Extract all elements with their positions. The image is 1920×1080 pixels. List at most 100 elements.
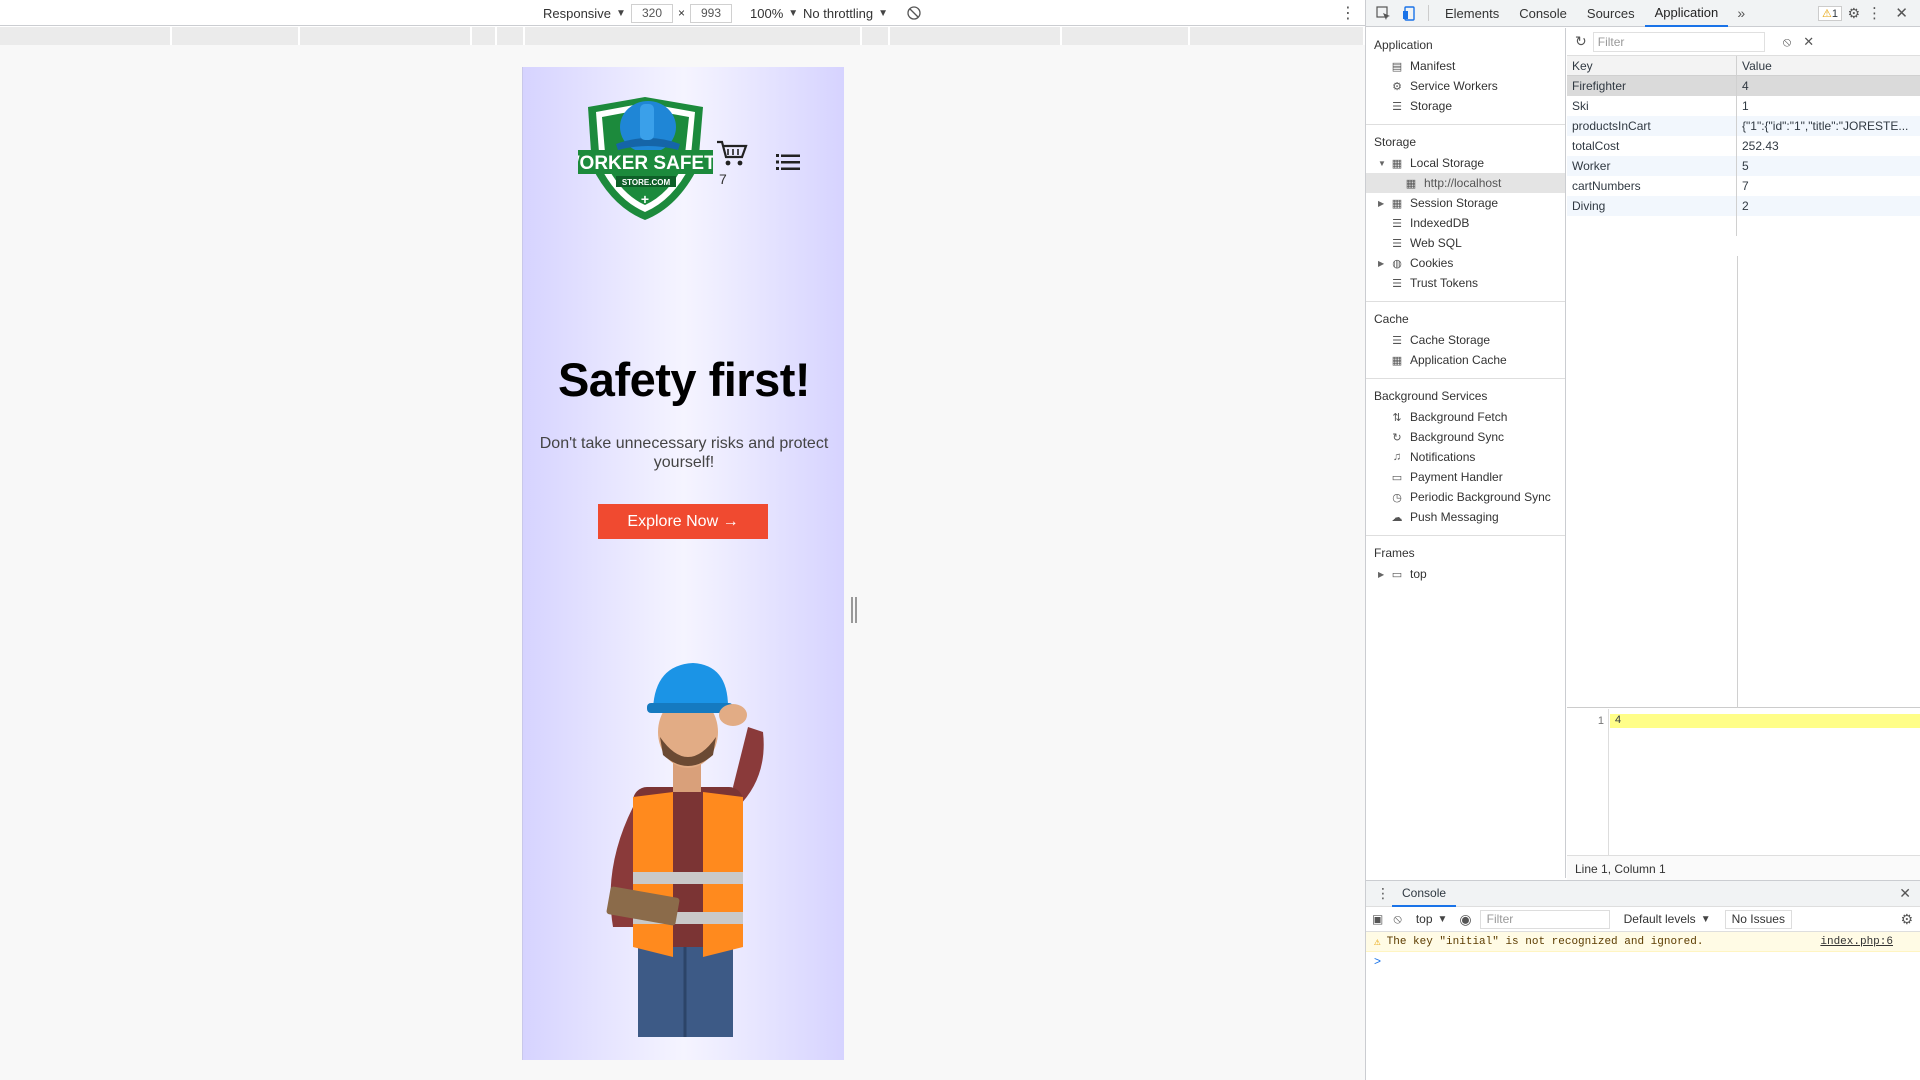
warnings-badge[interactable]: ⚠1: [1814, 5, 1842, 21]
filter-input[interactable]: Filter: [1592, 31, 1765, 52]
tab-console-drawer[interactable]: Console: [1392, 881, 1457, 907]
media-query-segment[interactable]: [862, 27, 890, 45]
sidebar-item-notifications[interactable]: ♫ Notifications: [1366, 447, 1565, 467]
inspect-element-icon[interactable]: [1374, 4, 1392, 22]
media-query-segment[interactable]: [0, 27, 172, 45]
sidebar-item-web-sql[interactable]: ☰ Web SQL: [1366, 233, 1565, 253]
device-toolbar-toggle-icon[interactable]: [1400, 4, 1418, 22]
sidebar-item-indexeddb[interactable]: ☰ IndexedDB: [1366, 213, 1565, 233]
row-key-empty[interactable]: [1567, 216, 1737, 236]
clear-all-icon[interactable]: ⦸: [1783, 34, 1791, 50]
sidebar-item-background-fetch[interactable]: ⇅ Background Fetch: [1366, 407, 1565, 427]
customize-menu-icon[interactable]: ⋮: [1867, 4, 1882, 22]
media-query-segment[interactable]: [172, 27, 300, 45]
collapsed-arrow-icon[interactable]: ▶: [1378, 570, 1388, 579]
table-row[interactable]: Firefighter 4: [1567, 76, 1920, 96]
source-link[interactable]: index.php:6: [1820, 936, 1893, 948]
console-settings-gear-icon[interactable]: ⚙: [1900, 911, 1913, 928]
row-value[interactable]: 4: [1737, 76, 1920, 96]
table-row[interactable]: cartNumbers 7: [1567, 176, 1920, 196]
context-select[interactable]: top ▼: [1410, 910, 1454, 929]
device-select[interactable]: Responsive ▼: [543, 4, 626, 22]
close-icon[interactable]: ✕: [1895, 4, 1908, 22]
media-query-segment[interactable]: [300, 27, 472, 45]
tab-elements[interactable]: Elements: [1435, 0, 1509, 27]
media-query-segment[interactable]: [890, 27, 1062, 45]
row-key[interactable]: Ski: [1567, 96, 1737, 116]
height-input[interactable]: 993: [690, 3, 732, 23]
row-key[interactable]: Diving: [1567, 196, 1737, 216]
refresh-icon[interactable]: ↻: [1575, 33, 1587, 50]
collapsed-arrow-icon[interactable]: ▶: [1378, 259, 1388, 268]
sidebar-item-manifest[interactable]: ▤ Manifest: [1366, 56, 1565, 76]
delete-selected-icon[interactable]: ✕: [1803, 34, 1814, 50]
console-prompt[interactable]: >: [1366, 952, 1920, 970]
row-value[interactable]: 252.43: [1737, 136, 1920, 156]
row-key[interactable]: Worker: [1567, 156, 1737, 176]
table-row[interactable]: Ski 1: [1567, 96, 1920, 116]
row-key[interactable]: cartNumbers: [1567, 176, 1737, 196]
sidebar-item-storage[interactable]: ☰ Storage: [1366, 96, 1565, 116]
table-row[interactable]: totalCost 252.43: [1567, 136, 1920, 156]
console-filter-input[interactable]: Filter: [1479, 909, 1610, 929]
sidebar-item-localhost[interactable]: ▦ http://localhost: [1366, 173, 1565, 193]
log-levels-select[interactable]: Default levels ▼: [1618, 910, 1717, 929]
row-key[interactable]: Firefighter: [1567, 76, 1737, 96]
tab-application[interactable]: Application: [1644, 0, 1729, 27]
rotate-icon[interactable]: [906, 4, 922, 22]
row-value[interactable]: 7: [1737, 176, 1920, 196]
media-query-segment[interactable]: [1062, 27, 1190, 45]
row-value[interactable]: {"1":{"id":"1","title":"JORESTE...: [1737, 116, 1920, 136]
media-query-segment[interactable]: [497, 27, 525, 45]
more-options-icon[interactable]: ⋮: [1340, 4, 1356, 22]
sidebar-item-local-storage[interactable]: ▼ ▦ Local Storage: [1366, 153, 1565, 173]
row-key[interactable]: totalCost: [1567, 136, 1737, 156]
sidebar-item-push-messaging[interactable]: ☁ Push Messaging: [1366, 507, 1565, 527]
sidebar-item-trust-tokens[interactable]: ☰ Trust Tokens: [1366, 273, 1565, 293]
row-key[interactable]: productsInCart: [1567, 116, 1737, 136]
sidebar-item-cookies[interactable]: ▶ ◍ Cookies: [1366, 253, 1565, 273]
sidebar-item-application-cache[interactable]: ▦ Application Cache: [1366, 350, 1565, 370]
drawer-menu-icon[interactable]: ⋮: [1376, 885, 1390, 902]
throttle-select[interactable]: No throttling ▼: [803, 4, 888, 22]
preview-line-content[interactable]: 4: [1610, 714, 1920, 728]
tab-sources[interactable]: Sources: [1577, 0, 1645, 27]
row-value-empty[interactable]: [1737, 216, 1920, 236]
expanded-arrow-icon[interactable]: ▼: [1378, 159, 1388, 168]
sidebar-item-background-sync[interactable]: ↻ Background Sync: [1366, 427, 1565, 447]
sidebar-item-session-storage[interactable]: ▶ ▦ Session Storage: [1366, 193, 1565, 213]
sidebar-item-periodic-background-sync[interactable]: ◷ Periodic Background Sync: [1366, 487, 1565, 507]
table-row[interactable]: productsInCart {"1":{"id":"1","title":"JO…: [1567, 116, 1920, 136]
sidebar-item-cache-storage[interactable]: ☰ Cache Storage: [1366, 330, 1565, 350]
zoom-select[interactable]: 100% ▼: [750, 4, 798, 22]
media-query-segment[interactable]: [472, 27, 497, 45]
clear-console-icon[interactable]: ⦸: [1393, 911, 1401, 927]
close-drawer-icon[interactable]: ✕: [1899, 885, 1911, 902]
tab-console[interactable]: Console: [1509, 0, 1577, 27]
row-value[interactable]: 5: [1737, 156, 1920, 176]
settings-gear-icon[interactable]: ⚙: [1847, 5, 1860, 22]
table-row[interactable]: Worker 5: [1567, 156, 1920, 176]
cart-icon[interactable]: [716, 139, 748, 167]
collapsed-arrow-icon[interactable]: ▶: [1378, 199, 1388, 208]
column-header-value[interactable]: Value: [1737, 56, 1920, 76]
media-query-bar[interactable]: [0, 27, 1365, 45]
issues-button[interactable]: No Issues: [1724, 909, 1792, 929]
row-value[interactable]: 2: [1737, 196, 1920, 216]
width-input[interactable]: 320: [631, 3, 673, 23]
column-header-key[interactable]: Key: [1567, 55, 1737, 76]
sidebar-toggle-icon[interactable]: ▣: [1372, 912, 1383, 926]
row-value[interactable]: 1: [1737, 96, 1920, 116]
sidebar-item-payment-handler[interactable]: ▭ Payment Handler: [1366, 467, 1565, 487]
media-query-segment[interactable]: [1190, 27, 1365, 45]
eye-icon[interactable]: ◉: [1459, 911, 1471, 928]
explore-now-button[interactable]: Explore Now →: [598, 504, 768, 539]
menu-list-icon[interactable]: [776, 153, 800, 171]
table-row[interactable]: Diving 2: [1567, 196, 1920, 216]
sidebar-item-top-frame[interactable]: ▶ ▭ top: [1366, 564, 1565, 584]
resize-handle-right[interactable]: [851, 597, 857, 623]
media-query-segment[interactable]: [525, 27, 862, 45]
worker-safety-logo[interactable]: WORKER SAFETY STORE.COM +: [578, 92, 713, 222]
more-tabs-icon[interactable]: »: [1732, 4, 1750, 22]
sidebar-item-service-workers[interactable]: ⚙ Service Workers: [1366, 76, 1565, 96]
